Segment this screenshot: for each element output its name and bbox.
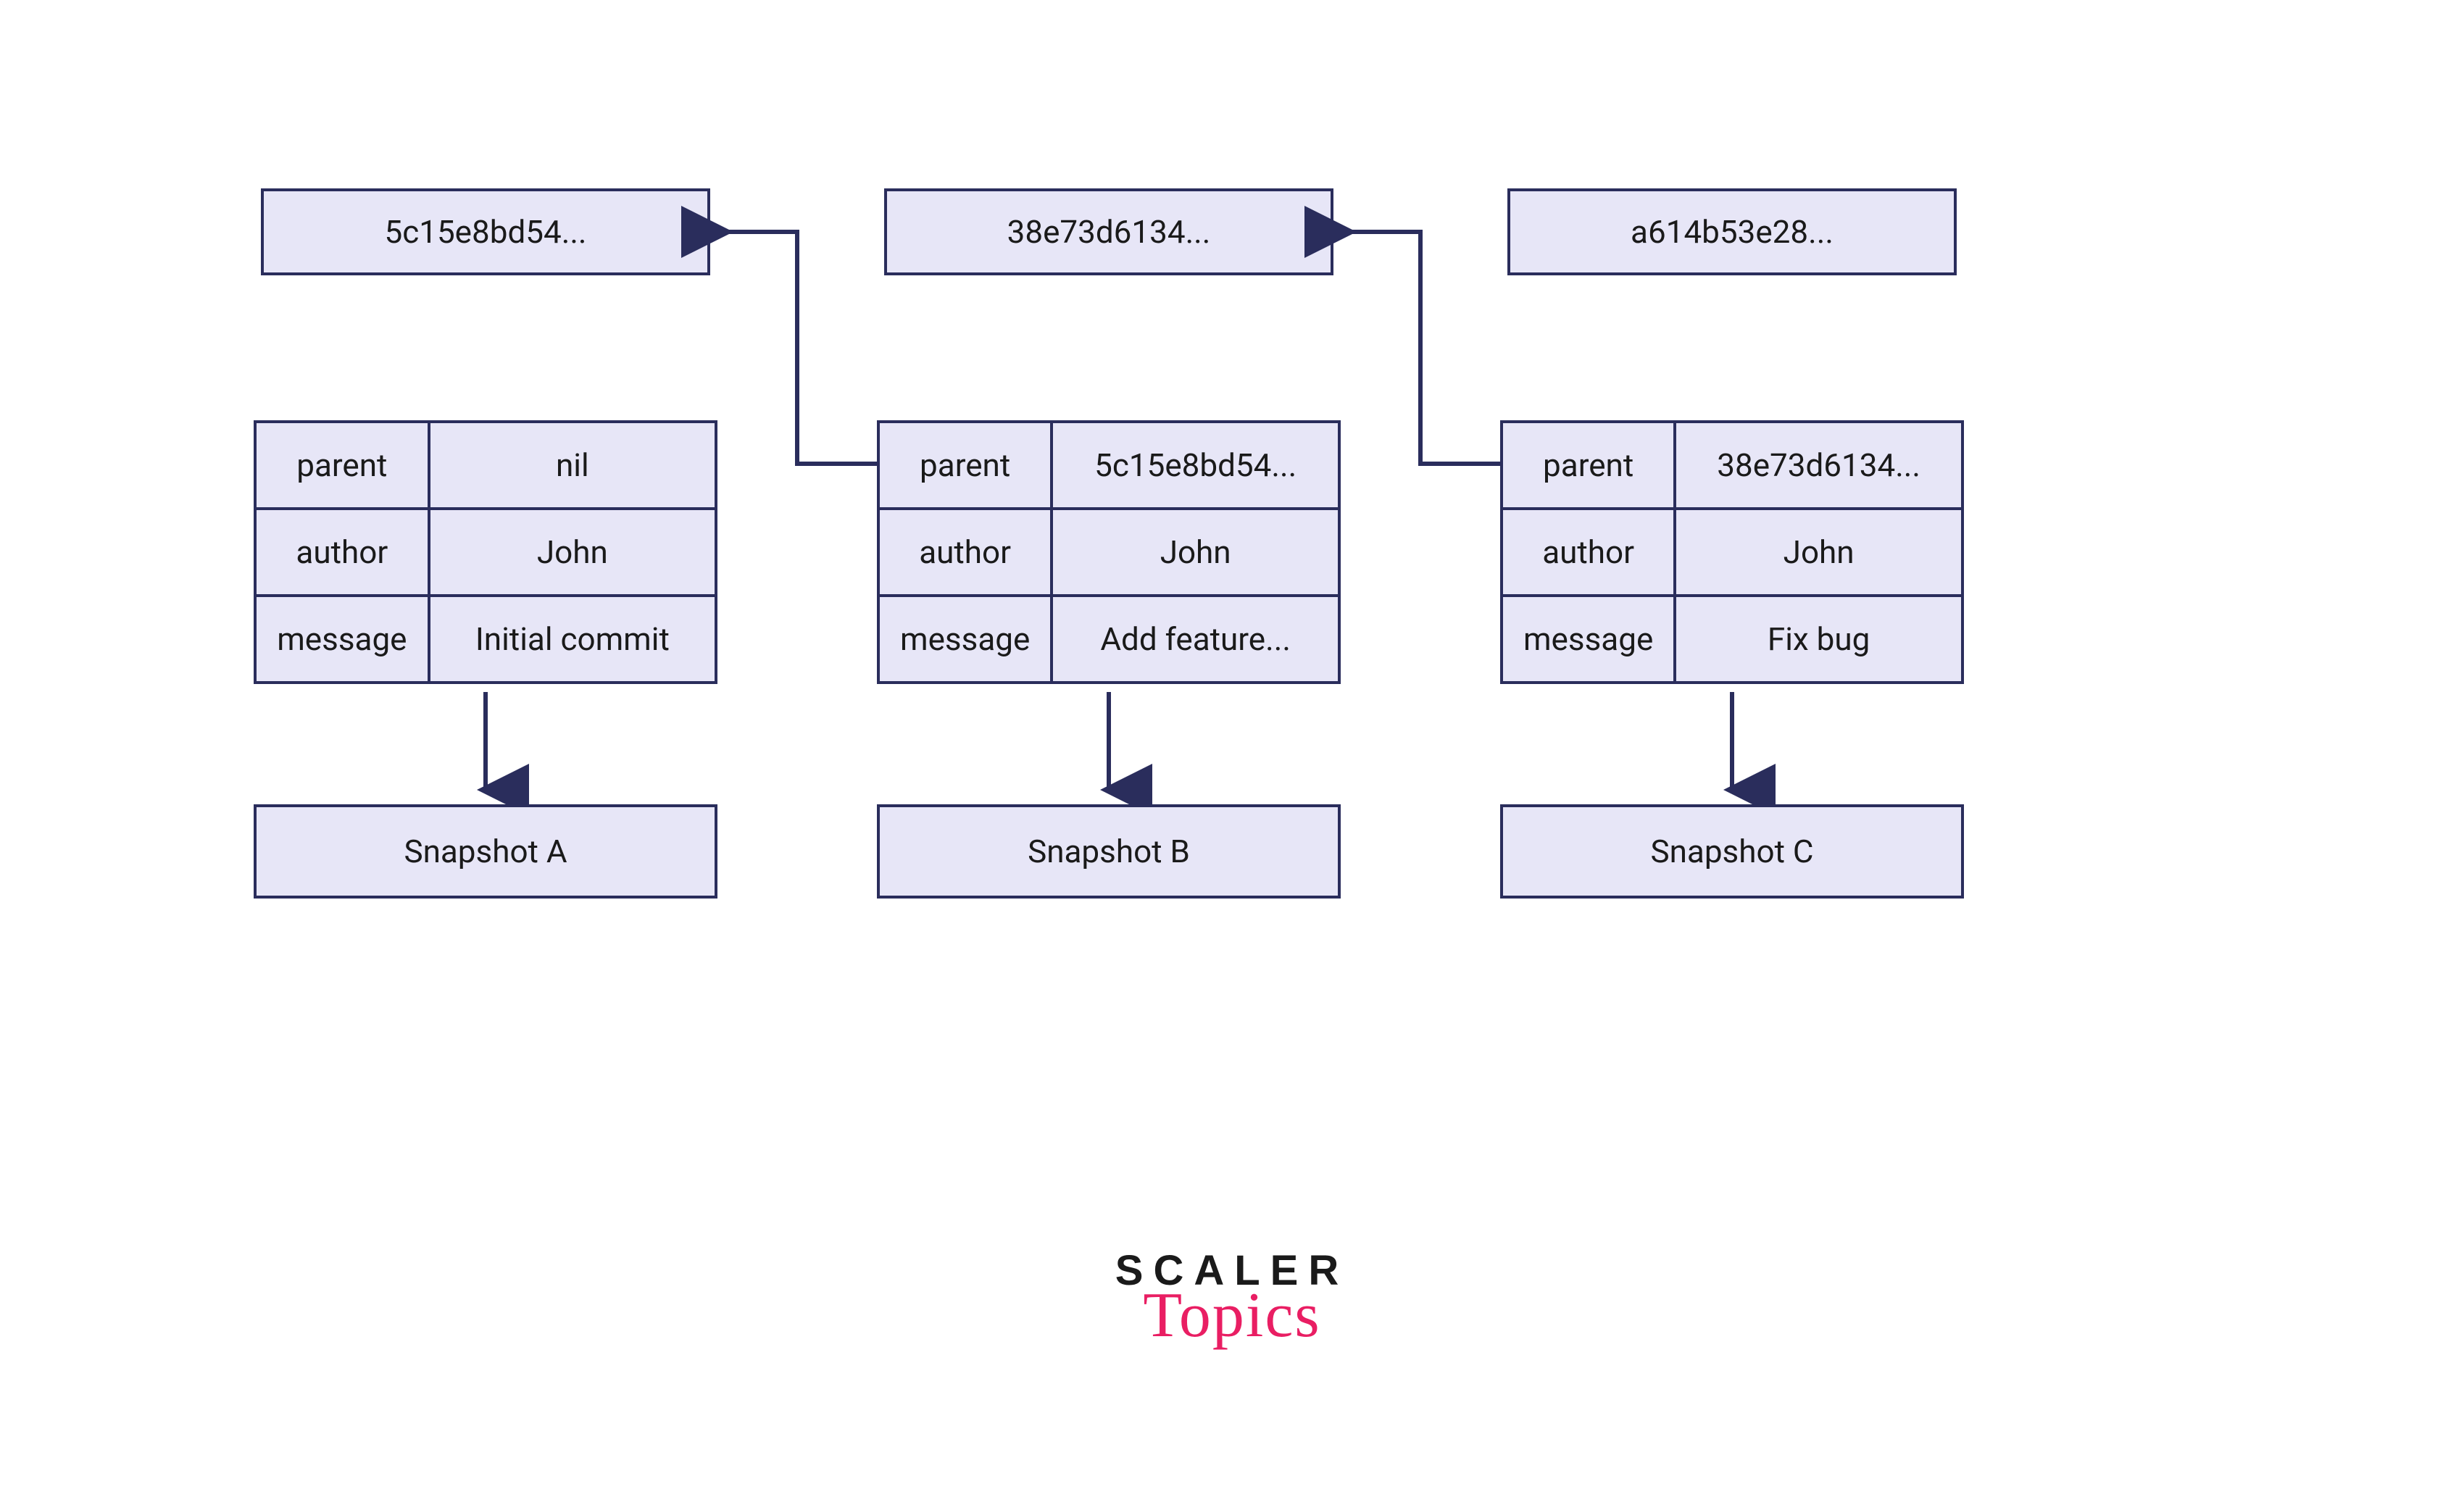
snapshot-label: Snapshot B [1028,833,1190,870]
snapshot-label: Snapshot C [1650,833,1813,870]
field-value: Initial commit [429,596,716,683]
field-key: author [878,509,1052,596]
field-value: 5c15e8bd54... [1052,422,1339,509]
field-value: Add feature... [1052,596,1339,683]
commit-metadata-table: parent 5c15e8bd54... author John message… [877,420,1341,684]
field-key: message [878,596,1052,683]
field-value: John [1052,509,1339,596]
snapshot-box: Snapshot C [1500,804,1964,899]
field-key: parent [255,422,429,509]
snapshot-label: Snapshot A [404,833,567,870]
snapshot-box: Snapshot A [254,804,717,899]
field-key: author [255,509,429,596]
table-row: parent nil [255,422,716,509]
field-value: John [1675,509,1963,596]
field-value: nil [429,422,716,509]
table-row: author John [1502,509,1963,596]
table-row: parent 38e73d6134... [1502,422,1963,509]
logo-line2: Topics [1115,1279,1349,1352]
field-value: John [429,509,716,596]
table-row: author John [255,509,716,596]
field-key: parent [1502,422,1675,509]
commit-metadata-table: parent nil author John message Initial c… [254,420,717,684]
scaler-topics-logo: SCALER Topics [1115,1246,1349,1352]
field-key: message [255,596,429,683]
table-row: author John [878,509,1339,596]
snapshot-box: Snapshot B [877,804,1341,899]
table-row: message Initial commit [255,596,716,683]
field-key: message [1502,596,1675,683]
table-row: message Fix bug [1502,596,1963,683]
commit-metadata-table: parent 38e73d6134... author John message… [1500,420,1964,684]
diagram-canvas: 5c15e8bd54... 38e73d6134... a614b53e28..… [0,0,2464,1505]
field-key: author [1502,509,1675,596]
table-row: parent 5c15e8bd54... [878,422,1339,509]
table-row: message Add feature... [878,596,1339,683]
field-value: Fix bug [1675,596,1963,683]
field-value: 38e73d6134... [1675,422,1963,509]
field-key: parent [878,422,1052,509]
